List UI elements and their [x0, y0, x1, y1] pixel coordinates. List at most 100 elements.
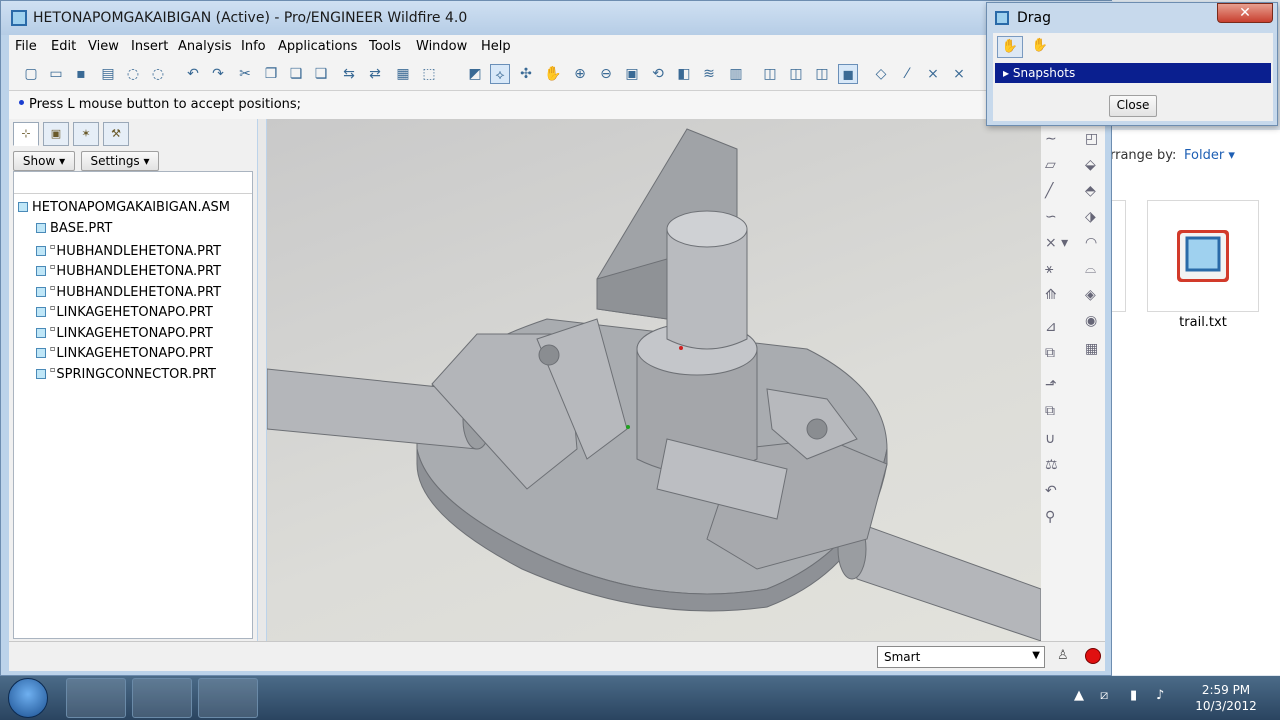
no-hidden-icon[interactable]: ◫: [812, 64, 832, 84]
shading-icon[interactable]: ◼: [838, 64, 858, 84]
paste-icon[interactable]: ❏: [286, 64, 306, 84]
model-tree-tab-icon[interactable]: ⊹: [13, 122, 39, 146]
refit-icon[interactable]: ▣: [622, 64, 642, 84]
rib-icon[interactable]: ◉: [1085, 313, 1097, 329]
menu-file[interactable]: File: [15, 39, 37, 54]
selection-icon[interactable]: ♙: [1057, 648, 1069, 663]
settings-button[interactable]: Settings ▾: [81, 151, 159, 171]
arrange-by-dropdown[interactable]: Folder ▾: [1184, 148, 1235, 163]
show-hidden-icon[interactable]: ▲: [1074, 688, 1084, 703]
menu-window[interactable]: Window: [416, 39, 467, 54]
chamfer-icon[interactable]: ⚖: [1045, 457, 1058, 473]
paste-special-icon[interactable]: ❏: [311, 64, 331, 84]
sketch-icon[interactable]: ◰: [1085, 131, 1098, 147]
menu-help[interactable]: Help: [481, 39, 511, 54]
close-icon[interactable]: ✕: [1217, 3, 1273, 23]
revolve-icon[interactable]: ⬘: [1085, 183, 1096, 199]
reorient-icon[interactable]: ⟲: [648, 64, 668, 84]
tree-item[interactable]: ▫LINKAGEHETONAPO.PRT: [36, 344, 213, 361]
datum-points-icon[interactable]: ⨯: [923, 64, 943, 84]
point-drag-icon[interactable]: ✋: [997, 36, 1023, 58]
menu-tools[interactable]: Tools: [369, 39, 401, 54]
layers-icon[interactable]: ≋: [699, 64, 719, 84]
volume-icon[interactable]: ♪: [1156, 688, 1164, 703]
wireframe-icon[interactable]: ◫: [760, 64, 780, 84]
graphics-window[interactable]: [266, 119, 1042, 642]
blend-icon[interactable]: ◠: [1085, 235, 1097, 251]
regen-manager-icon[interactable]: ⇄: [365, 64, 385, 84]
menu-edit[interactable]: Edit: [51, 39, 76, 54]
title-bar[interactable]: HETONAPOMGAKAIBIGAN (Active) - Pro/ENGIN…: [1, 1, 1113, 35]
stop-icon[interactable]: [1085, 648, 1101, 664]
create-component-icon[interactable]: ⧉: [1045, 345, 1055, 361]
spin-center-icon[interactable]: ⟡: [490, 64, 510, 84]
cut-out-icon[interactable]: ⧉: [1045, 403, 1055, 419]
orient-mode-icon[interactable]: ✣: [516, 64, 536, 84]
tree-root-assembly[interactable]: HETONAPOMGAKAIBIGAN.ASM: [18, 200, 230, 215]
panel-sash[interactable]: [258, 119, 266, 641]
tree-item[interactable]: ▫LINKAGEHETONAPO.PRT: [36, 324, 213, 341]
send-mail-icon[interactable]: ◌: [123, 64, 143, 84]
regenerate-icon[interactable]: ⇆: [339, 64, 359, 84]
csys-tool-icon[interactable]: ⚹: [1045, 261, 1053, 277]
media-taskbar-icon[interactable]: [66, 678, 126, 718]
find-icon[interactable]: ▦: [393, 64, 413, 84]
body-drag-icon[interactable]: ✋: [1027, 36, 1053, 58]
hidden-line-icon[interactable]: ◫: [786, 64, 806, 84]
tree-item[interactable]: ▫LINKAGEHETONAPO.PRT: [36, 303, 213, 320]
repaint-icon[interactable]: ◩: [465, 64, 485, 84]
tree-item[interactable]: BASE.PRT: [36, 221, 112, 236]
menu-view[interactable]: View: [88, 39, 119, 54]
extrude-icon[interactable]: ⬙: [1085, 157, 1096, 173]
menu-analysis[interactable]: Analysis: [178, 39, 232, 54]
signal-icon[interactable]: ▮: [1130, 688, 1137, 703]
tree-item[interactable]: ▫HUBHANDLEHETONA.PRT: [36, 242, 221, 259]
show-button[interactable]: Show ▾: [13, 151, 75, 171]
analysis-tool-icon[interactable]: ⟰: [1045, 287, 1057, 303]
curve-tool-icon[interactable]: ∽: [1045, 209, 1057, 225]
connections-tab-icon[interactable]: ⚒: [103, 122, 129, 146]
redo-icon[interactable]: ↷: [208, 64, 228, 84]
snapshots-section[interactable]: ▸ Snapshots: [995, 63, 1271, 83]
plane-tool-icon[interactable]: ▱: [1045, 157, 1056, 173]
drag-icon[interactable]: ✋: [543, 64, 563, 84]
menu-info[interactable]: Info: [241, 39, 266, 54]
coord-sys-icon[interactable]: ⨯: [949, 64, 969, 84]
copy-icon[interactable]: ❐: [261, 64, 281, 84]
assemble-icon[interactable]: ⊿: [1045, 319, 1057, 335]
axis-tool-icon[interactable]: ╱: [1045, 183, 1053, 199]
merge-icon[interactable]: ⬏: [1045, 377, 1057, 393]
tree-item[interactable]: ▫SPRINGCONNECTOR.PRT: [36, 365, 216, 382]
clock[interactable]: 2:59 PM 10/3/2012: [1180, 682, 1272, 714]
save-icon[interactable]: ▪: [71, 64, 91, 84]
sweep-icon[interactable]: ⬗: [1085, 209, 1096, 225]
zoom-in-icon[interactable]: ⊕: [570, 64, 590, 84]
zoom-out-icon[interactable]: ⊖: [596, 64, 616, 84]
new-icon[interactable]: ▢: [21, 64, 41, 84]
datum-axes-icon[interactable]: ⁄: [897, 64, 917, 84]
datum-plane-icon[interactable]: ∼: [1045, 131, 1057, 147]
draft-icon[interactable]: ↶: [1045, 483, 1057, 499]
point-tool-icon[interactable]: ⨯ ▾: [1045, 235, 1068, 251]
datum-planes-icon[interactable]: ◇: [871, 64, 891, 84]
mirror-icon[interactable]: ⚲: [1045, 509, 1055, 525]
tree-item[interactable]: ▫HUBHANDLEHETONA.PRT: [36, 283, 221, 300]
open-icon[interactable]: ▭: [46, 64, 66, 84]
saved-views-icon[interactable]: ◧: [674, 64, 694, 84]
undo-icon[interactable]: ↶: [183, 64, 203, 84]
pattern-icon[interactable]: ▦: [1085, 341, 1098, 357]
cut-icon[interactable]: ✂: [235, 64, 255, 84]
hole-icon[interactable]: ⌓: [1085, 261, 1096, 277]
select-box-icon[interactable]: ⬚: [419, 64, 439, 84]
shell-icon[interactable]: ◈: [1085, 287, 1096, 303]
close-button[interactable]: Close: [1109, 95, 1157, 117]
folder-browser-tab-icon[interactable]: ▣: [43, 122, 69, 146]
menu-insert[interactable]: Insert: [131, 39, 168, 54]
favorites-tab-icon[interactable]: ✶: [73, 122, 99, 146]
view-manager-icon[interactable]: ▥: [726, 64, 746, 84]
tree-item[interactable]: ▫HUBHANDLEHETONA.PRT: [36, 262, 221, 279]
print-icon[interactable]: ▤: [98, 64, 118, 84]
send-link-icon[interactable]: ◌: [148, 64, 168, 84]
explorer-icon[interactable]: [132, 678, 192, 718]
selection-filter-dropdown[interactable]: Smart ▼: [877, 646, 1045, 668]
